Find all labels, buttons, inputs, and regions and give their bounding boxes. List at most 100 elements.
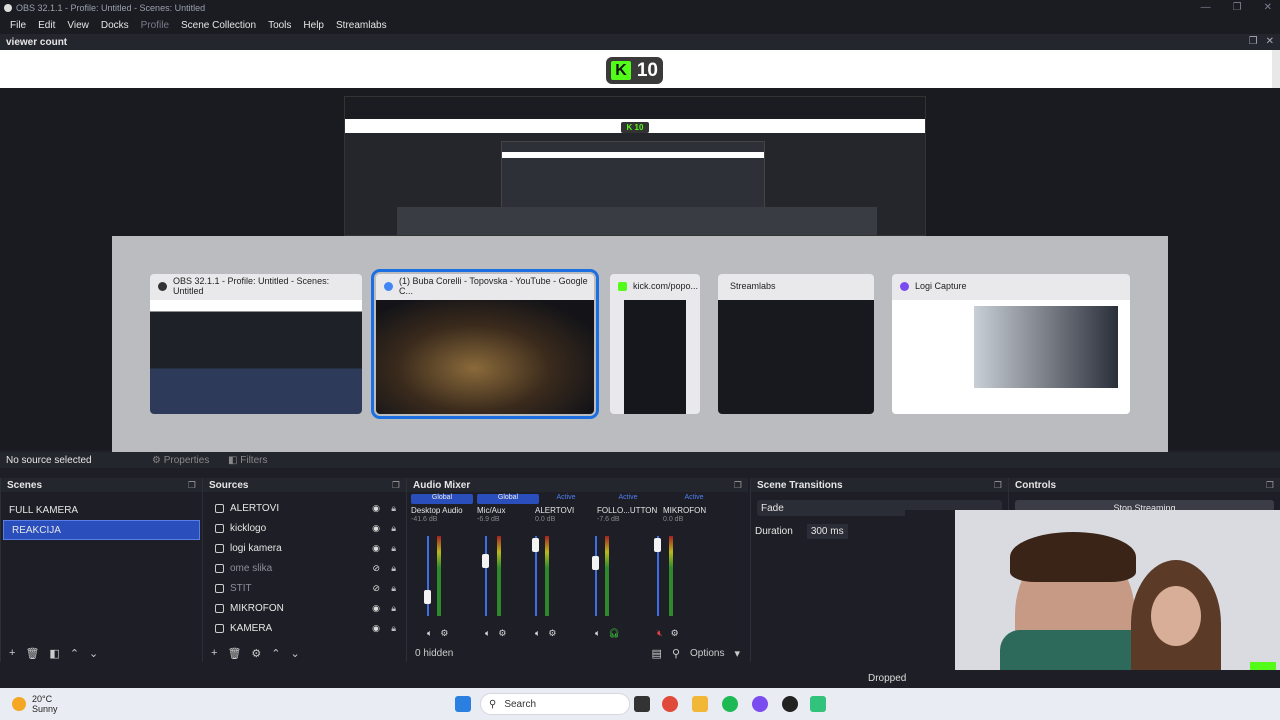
lock-icon[interactable]: 🔒︎: [391, 583, 396, 594]
add-icon[interactable]: +: [211, 647, 217, 659]
float-dock-icon[interactable]: ❐: [392, 480, 400, 491]
source-item[interactable]: KAMERA ◉ 🔒︎: [203, 618, 406, 638]
weather-widget[interactable]: 20°C Sunny: [12, 694, 58, 714]
float-dock-icon[interactable]: ❐: [1249, 36, 1258, 47]
spotify-icon[interactable]: [722, 696, 738, 712]
float-dock-icon[interactable]: ❐: [994, 480, 1002, 491]
lock-icon[interactable]: 🔒︎: [391, 603, 396, 614]
move-down-icon[interactable]: ⌄: [89, 647, 98, 660]
move-up-icon[interactable]: ⌃: [271, 647, 280, 660]
trash-icon[interactable]: 🗑: [227, 647, 241, 660]
taskbar-search[interactable]: ⚲ Search: [480, 693, 630, 715]
volume-fader[interactable]: [595, 536, 597, 616]
eye-hidden-icon[interactable]: ⊘: [372, 563, 380, 574]
volume-fader[interactable]: [485, 536, 487, 616]
gear-icon[interactable]: ⚙: [251, 647, 261, 660]
move-down-icon[interactable]: ⌄: [291, 647, 300, 660]
gear-icon[interactable]: ⚙: [498, 628, 506, 639]
switcher-window-chrome[interactable]: (1) Buba Corelli - Topovska - YouTube - …: [371, 269, 599, 419]
chrome-icon[interactable]: [662, 696, 678, 712]
gear-icon[interactable]: ⚙: [671, 628, 679, 639]
headphones-icon[interactable]: 🎧︎: [608, 628, 619, 639]
float-dock-icon[interactable]: ❐: [188, 480, 196, 491]
fader-knob[interactable]: [482, 554, 489, 568]
add-icon[interactable]: +: [9, 647, 15, 659]
windows-start-icon[interactable]: [455, 696, 471, 712]
source-item[interactable]: kicklogo ◉ 🔒︎: [203, 518, 406, 538]
menu-tools[interactable]: Tools: [262, 20, 297, 31]
minimize-button[interactable]: —: [1201, 2, 1211, 13]
source-item[interactable]: STIT ⊘ 🔒︎: [203, 578, 406, 598]
logi-icon[interactable]: [752, 696, 768, 712]
channel-name[interactable]: FOLLO...UTTON: [597, 506, 659, 515]
speaker-icon[interactable]: 🔈︎: [427, 628, 432, 639]
speaker-icon[interactable]: 🔈︎: [595, 628, 600, 639]
float-dock-icon[interactable]: ❐: [734, 480, 742, 491]
speaker-icon[interactable]: 🔈︎: [535, 628, 540, 639]
menu-edit[interactable]: Edit: [32, 20, 61, 31]
properties-button[interactable]: ⚙ Properties: [152, 455, 209, 466]
link-icon[interactable]: ⚲: [672, 647, 680, 660]
lock-icon[interactable]: 🔒︎: [391, 563, 396, 574]
eye-icon[interactable]: ◉: [372, 543, 380, 554]
eye-icon[interactable]: ◉: [372, 623, 380, 634]
eye-icon[interactable]: ◉: [372, 523, 380, 534]
fader-knob[interactable]: [592, 556, 599, 570]
source-item[interactable]: logi kamera ◉ 🔒︎: [203, 538, 406, 558]
fader-knob[interactable]: [654, 538, 661, 552]
speaker-muted-icon[interactable]: 🔇︎: [657, 628, 663, 639]
level-meter: [497, 536, 501, 616]
filter-icon[interactable]: ◧: [49, 647, 59, 660]
streamlabs-icon[interactable]: [810, 696, 826, 712]
scene-item-selected[interactable]: REAKCIJA: [3, 520, 200, 540]
eye-icon[interactable]: ◉: [372, 503, 380, 514]
window-title: Streamlabs: [730, 281, 776, 291]
float-dock-icon[interactable]: ❐: [1266, 480, 1274, 491]
options-button[interactable]: Options: [690, 648, 724, 659]
channel-name[interactable]: Desktop Audio: [411, 506, 473, 515]
chevron-down-icon[interactable]: ▾: [734, 647, 740, 660]
close-dock-icon[interactable]: ✕: [1266, 36, 1274, 47]
lock-icon[interactable]: 🔒︎: [391, 623, 396, 634]
eye-icon[interactable]: ◉: [372, 603, 380, 614]
file-explorer-icon[interactable]: [692, 696, 708, 712]
source-item[interactable]: ome slika ⊘ 🔒︎: [203, 558, 406, 578]
menu-profile[interactable]: Profile: [135, 20, 175, 31]
menu-view[interactable]: View: [61, 20, 95, 31]
close-button[interactable]: ✕: [1264, 2, 1272, 13]
source-item[interactable]: ALERTOVI ◉ 🔒︎: [203, 498, 406, 518]
switcher-window-logi[interactable]: Logi Capture: [892, 274, 1130, 414]
menu-file[interactable]: File: [4, 20, 32, 31]
switcher-window-streamlabs[interactable]: Streamlabs: [718, 274, 874, 414]
duration-input[interactable]: 300 ms: [806, 524, 848, 539]
channel-name[interactable]: Mic/Aux: [477, 506, 539, 515]
source-item[interactable]: MIKROFON ◉ 🔒︎: [203, 598, 406, 618]
scene-item[interactable]: FULL KAMERA: [1, 500, 202, 520]
menu-docks[interactable]: Docks: [95, 20, 135, 31]
menu-help[interactable]: Help: [297, 20, 330, 31]
lock-icon[interactable]: 🔒︎: [391, 543, 396, 554]
switcher-window-obs[interactable]: OBS 32.1.1 - Profile: Untitled - Scenes:…: [150, 274, 362, 414]
task-view-icon[interactable]: [634, 696, 650, 712]
move-up-icon[interactable]: ⌃: [70, 647, 79, 660]
channel-name[interactable]: ALERTOVI: [535, 506, 597, 515]
lock-icon[interactable]: 🔒︎: [391, 503, 396, 514]
volume-fader[interactable]: [427, 536, 429, 616]
scrollbar[interactable]: [1272, 50, 1280, 88]
switcher-window-kick[interactable]: kick.com/popo...: [610, 274, 700, 414]
fader-knob[interactable]: [424, 590, 431, 604]
menu-streamlabs[interactable]: Streamlabs: [330, 20, 393, 31]
eye-hidden-icon[interactable]: ⊘: [372, 583, 380, 594]
speaker-icon[interactable]: 🔈︎: [485, 628, 490, 639]
gear-icon[interactable]: ⚙: [548, 628, 556, 639]
obs-icon[interactable]: [782, 696, 798, 712]
trash-icon[interactable]: 🗑: [25, 647, 39, 660]
layout-icon[interactable]: ▤: [652, 647, 662, 660]
menu-scene-collection[interactable]: Scene Collection: [175, 20, 262, 31]
lock-icon[interactable]: 🔒︎: [391, 523, 396, 534]
gear-icon[interactable]: ⚙: [440, 628, 448, 639]
fader-knob[interactable]: [532, 538, 539, 552]
maximize-button[interactable]: ❐: [1233, 2, 1242, 13]
channel-name[interactable]: MIKROFON: [663, 506, 725, 515]
filters-button[interactable]: ◧ Filters: [228, 455, 267, 466]
